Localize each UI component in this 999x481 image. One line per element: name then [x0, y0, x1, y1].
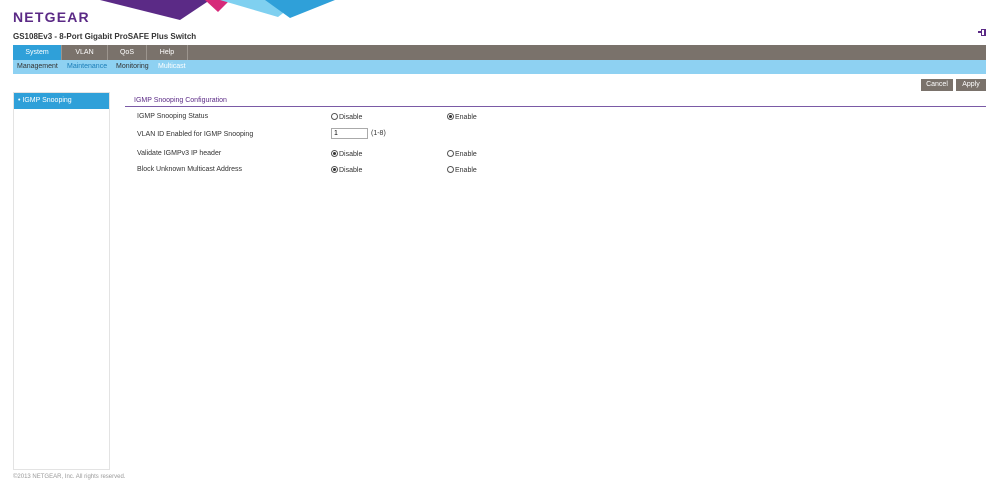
netgear-logo: NETGEAR [13, 9, 90, 25]
radio-dot [331, 150, 338, 157]
validate-igmpv3-disable-radio[interactable]: Disable [331, 150, 362, 158]
radio-label: Disable [339, 114, 363, 121]
main-nav: System VLAN QoS Help [13, 45, 986, 60]
radio-dot [447, 113, 454, 120]
cancel-button[interactable]: Cancel [921, 79, 953, 91]
radio-dot [331, 113, 338, 120]
logout-icon[interactable] [978, 28, 987, 37]
radio-label: Enable [455, 114, 477, 121]
radio-label: Disable [339, 151, 363, 158]
validate-igmpv3-label: Validate IGMPv3 IP header [137, 150, 222, 157]
header-banner-graphic [100, 0, 335, 20]
radio-label: Enable [455, 167, 477, 174]
subtab-maintenance[interactable]: Maintenance [67, 60, 107, 74]
radio-dot [447, 150, 454, 157]
vlan-range-hint: (1-8) [371, 130, 386, 137]
vlan-id-input[interactable] [331, 128, 368, 139]
validate-igmpv3-enable-radio[interactable]: Enable [447, 150, 477, 158]
tab-vlan[interactable]: VLAN [62, 45, 108, 60]
vlan-id-label: VLAN ID Enabled for IGMP Snooping [137, 131, 254, 138]
snooping-status-disable-radio[interactable]: Disable [331, 113, 362, 121]
radio-dot [447, 166, 454, 173]
radio-label: Disable [339, 167, 363, 174]
block-unknown-label: Block Unknown Multicast Address [137, 166, 243, 173]
copyright-footer: ©2013 NETGEAR, Inc. All rights reserved. [13, 474, 126, 480]
block-unknown-enable-radio[interactable]: Enable [447, 166, 477, 174]
tab-help[interactable]: Help [147, 45, 188, 60]
tab-system[interactable]: System [13, 45, 62, 60]
product-title: GS108Ev3 - 8-Port Gigabit ProSAFE Plus S… [13, 32, 197, 41]
snooping-status-enable-radio[interactable]: Enable [447, 113, 477, 121]
sidebar: • IGMP Snooping [13, 92, 110, 470]
block-unknown-disable-radio[interactable]: Disable [331, 166, 362, 174]
section-title: IGMP Snooping Configuration [134, 97, 227, 104]
section-divider [125, 106, 986, 107]
snooping-status-label: IGMP Snooping Status [137, 113, 209, 120]
subtab-multicast[interactable]: Multicast [158, 60, 186, 74]
apply-button[interactable]: Apply [956, 79, 986, 91]
sub-nav: Management Maintenance Monitoring Multic… [13, 60, 986, 74]
tab-qos[interactable]: QoS [108, 45, 147, 60]
subtab-management[interactable]: Management [17, 60, 58, 74]
subtab-monitoring[interactable]: Monitoring [116, 60, 149, 74]
radio-label: Enable [455, 151, 477, 158]
radio-dot [331, 166, 338, 173]
sidebar-item-igmp-snooping[interactable]: • IGMP Snooping [14, 93, 109, 109]
